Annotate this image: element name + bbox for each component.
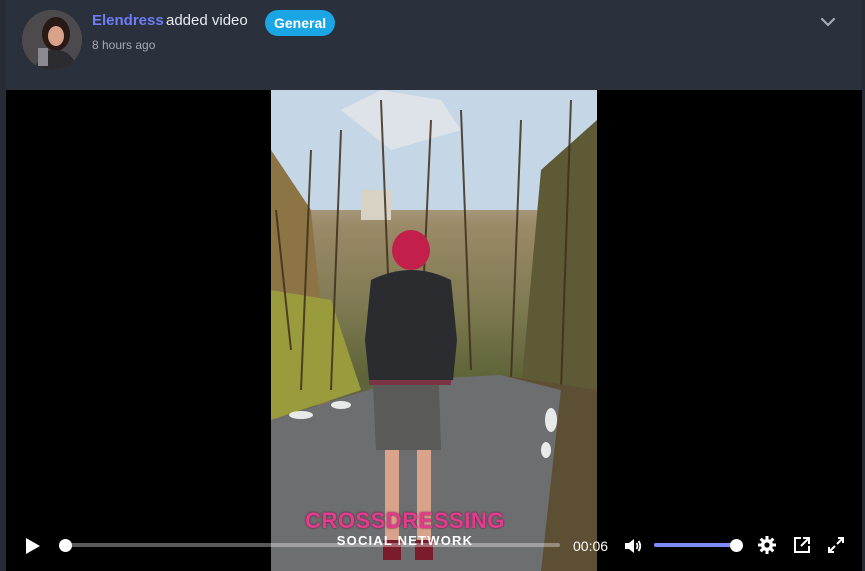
- post-header: Elendress added video General 8 hours ag…: [6, 0, 862, 90]
- fullscreen-icon[interactable]: [826, 535, 846, 555]
- gear-icon[interactable]: [757, 535, 777, 555]
- progress-handle[interactable]: [59, 539, 72, 552]
- chevron-down-icon[interactable]: [818, 12, 838, 32]
- volume-handle[interactable]: [730, 539, 743, 552]
- volume-icon[interactable]: [623, 536, 643, 556]
- volume-level: [654, 543, 736, 547]
- post-action-text: added video: [166, 12, 248, 29]
- play-icon[interactable]: [22, 536, 42, 556]
- author-name-link[interactable]: Elendress: [92, 12, 164, 29]
- post-timestamp: 8 hours ago: [92, 38, 156, 52]
- video-frame[interactable]: [271, 90, 597, 571]
- video-player[interactable]: CROSSDRESSING SOCIAL NETWORK 00:06: [6, 90, 862, 571]
- avatar[interactable]: [22, 10, 82, 70]
- progress-bar[interactable]: [60, 543, 560, 547]
- player-controls: 00:06: [6, 526, 862, 566]
- current-time: 00:06: [573, 538, 609, 554]
- volume-slider[interactable]: [654, 543, 736, 547]
- video-post: Elendress added video General 8 hours ag…: [0, 0, 865, 571]
- picture-in-picture-icon[interactable]: [792, 535, 812, 555]
- category-badge[interactable]: General: [265, 10, 336, 36]
